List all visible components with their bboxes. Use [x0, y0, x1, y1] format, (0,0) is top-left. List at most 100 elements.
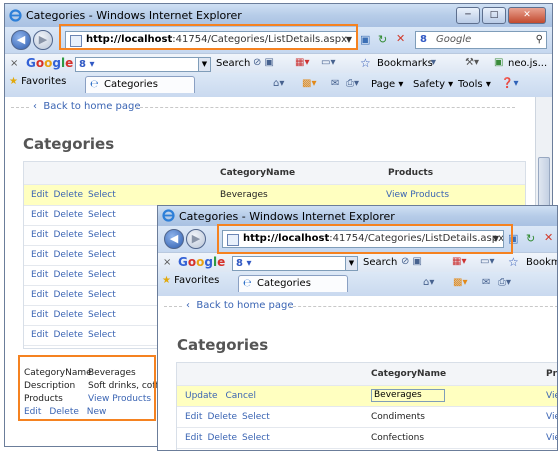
help-icon[interactable]: ❓▾ — [501, 78, 518, 89]
mail-icon[interactable]: ✉ — [482, 277, 490, 288]
chevron-down-icon[interactable]: ▼ — [346, 32, 352, 48]
select-link[interactable]: Select — [88, 270, 116, 280]
delete-link[interactable]: Delete — [53, 310, 83, 320]
select-link[interactable]: Select — [88, 330, 116, 340]
edit-link[interactable]: Edit — [31, 270, 48, 280]
refresh-icon[interactable]: ↻ — [526, 232, 535, 246]
view-products-link[interactable]: View Products — [386, 185, 449, 205]
tools-menu[interactable]: Tools ▾ — [458, 79, 491, 90]
mail-icon[interactable]: ✉ — [331, 78, 339, 89]
back-link[interactable]: ‹ Back to home page — [186, 300, 294, 311]
search-icon[interactable]: ⚲ — [536, 32, 543, 48]
view-products-link[interactable]: View Products — [88, 393, 151, 406]
column-header-categoryname[interactable]: CategoryName — [220, 162, 295, 184]
print-icon[interactable]: ⎙▾ — [498, 277, 511, 288]
view-products-link[interactable]: View — [546, 407, 557, 427]
highlight-icon[interactable]: ▭▾ — [480, 256, 494, 267]
bookmarks-button[interactable]: Bookmarks — [377, 58, 433, 69]
delete-link[interactable]: Delete — [53, 250, 83, 260]
compatibility-icon[interactable]: ▣ — [360, 33, 370, 47]
neo-button[interactable]: neo.js... — [508, 58, 547, 69]
details-delete-link[interactable]: Delete — [49, 407, 79, 417]
favorites-button[interactable]: ★ Favorites — [162, 275, 219, 286]
print-icon[interactable]: ⎙▾ — [346, 78, 359, 89]
select-link[interactable]: Select — [88, 210, 116, 220]
safety-menu[interactable]: Safety ▾ — [413, 79, 453, 90]
delete-link[interactable]: Delete — [53, 290, 83, 300]
stop-icon[interactable]: ✕ — [544, 231, 553, 245]
bookmarks-button[interactable]: Bookmarks — [526, 257, 557, 268]
star-icon[interactable]: ☆ — [360, 56, 371, 70]
details-new-link[interactable]: New — [87, 407, 107, 417]
edit-link[interactable]: Edit — [31, 230, 48, 240]
close-toolbar-icon[interactable]: × — [10, 58, 18, 69]
google-search-field[interactable]: 8 ▾ ▼ — [232, 256, 358, 271]
edit-link[interactable]: Edit — [185, 412, 202, 422]
tab-categories[interactable]: ℮ Categories — [238, 275, 348, 292]
delete-link[interactable]: Delete — [53, 210, 83, 220]
view-products-link[interactable]: View — [546, 428, 557, 448]
select-link[interactable]: Select — [88, 290, 116, 300]
google-search-field[interactable]: 8 ▾ ▼ — [75, 57, 211, 72]
edit-link[interactable]: Edit — [31, 310, 48, 320]
address-bar[interactable]: http://localhost:41754/Categories/ListDe… — [65, 31, 357, 49]
select-link[interactable]: Select — [88, 230, 116, 240]
feeds-icon[interactable]: ▩▾ — [302, 78, 316, 89]
categoryname-input[interactable]: Beverages — [371, 389, 445, 402]
back-button[interactable]: ◀ — [11, 30, 31, 50]
feeds-icon[interactable]: ▩▾ — [453, 277, 467, 288]
delete-link[interactable]: Delete — [207, 412, 237, 422]
compatibility-icon[interactable]: ▣ — [508, 232, 518, 246]
address-bar[interactable]: http://localhost:41754/Categories/ListDe… — [222, 230, 504, 248]
page-menu[interactable]: Page ▾ — [371, 79, 403, 90]
column-header-products[interactable]: Products — [388, 162, 433, 184]
back-link[interactable]: ‹ Back to home page — [33, 101, 141, 112]
forward-button[interactable]: ▶ — [186, 229, 206, 249]
details-edit-link[interactable]: Edit — [24, 407, 41, 417]
select-link[interactable]: Select — [88, 310, 116, 320]
settings-wrench-icon[interactable]: ⚒▾ — [465, 57, 479, 68]
minimize-button[interactable]: ─ — [456, 7, 480, 24]
delete-link[interactable]: Delete — [53, 230, 83, 240]
tab-categories[interactable]: ℮ Categories — [85, 76, 195, 93]
edit-link[interactable]: Edit — [31, 210, 48, 220]
star-icon[interactable]: ☆ — [508, 255, 519, 269]
delete-link[interactable]: Delete — [207, 433, 237, 443]
refresh-icon[interactable]: ↻ — [378, 33, 387, 47]
edit-link[interactable]: Edit — [31, 290, 48, 300]
edit-link[interactable]: Edit — [31, 250, 48, 260]
highlight-icon[interactable]: ▭▾ — [321, 57, 335, 68]
home-icon[interactable]: ⌂▾ — [423, 277, 434, 288]
edit-link[interactable]: Edit — [31, 330, 48, 340]
update-link[interactable]: Update — [185, 391, 218, 401]
close-button[interactable]: ✕ — [508, 7, 546, 24]
back-button[interactable]: ◀ — [164, 229, 184, 249]
home-icon[interactable]: ⌂▾ — [273, 78, 284, 89]
favorites-button[interactable]: ★ Favorites — [9, 76, 66, 87]
edit-link[interactable]: Edit — [185, 433, 202, 443]
stop-icon[interactable]: ✕ — [396, 32, 405, 46]
popup-blocker-icon[interactable]: ▦▾ — [452, 256, 466, 267]
chevron-down-icon[interactable]: ▼ — [198, 58, 210, 71]
chevron-down-icon[interactable]: ▼ — [493, 231, 499, 247]
select-link[interactable]: Select — [88, 250, 116, 260]
column-header-categoryname[interactable]: CategoryName — [371, 363, 446, 385]
column-header-products[interactable]: Pr — [546, 363, 557, 385]
delete-link[interactable]: Delete — [53, 190, 83, 200]
chevron-down-icon[interactable]: ▾ — [431, 57, 436, 68]
search-button[interactable]: Search — [216, 58, 250, 69]
toolbar-icons[interactable]: ⊘ ▣ — [253, 57, 274, 68]
select-link[interactable]: Select — [242, 412, 270, 422]
view-products-link[interactable]: View — [546, 391, 557, 401]
select-link[interactable]: Select — [88, 190, 116, 200]
toolbar-icons[interactable]: ⊘ ▣ — [401, 256, 422, 267]
maximize-button[interactable]: □ — [482, 7, 506, 24]
forward-button[interactable]: ▶ — [33, 30, 53, 50]
chevron-down-icon[interactable]: ▼ — [345, 257, 357, 270]
search-box[interactable]: 8 Google ⚲ — [415, 31, 547, 49]
edit-link[interactable]: Edit — [31, 190, 48, 200]
search-button[interactable]: Search — [363, 257, 397, 268]
close-toolbar-icon[interactable]: × — [163, 257, 171, 268]
popup-blocker-icon[interactable]: ▦▾ — [295, 57, 309, 68]
cancel-link[interactable]: Cancel — [225, 391, 256, 401]
